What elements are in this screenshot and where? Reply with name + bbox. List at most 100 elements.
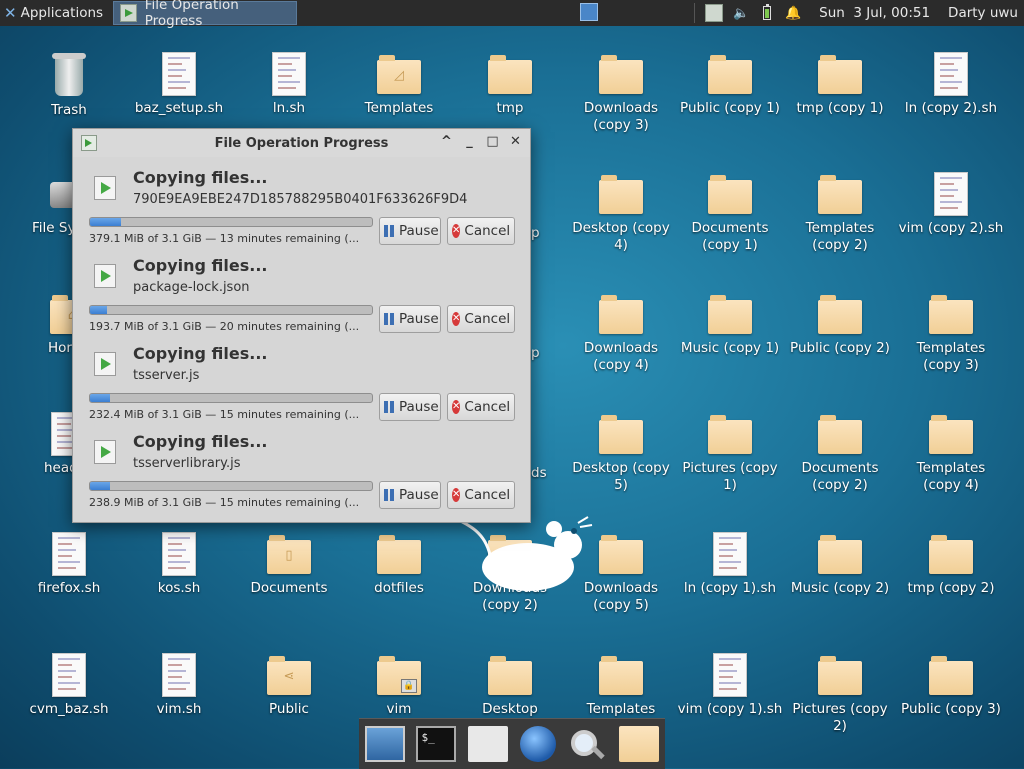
desktop-icon-file[interactable]: ln.sh (234, 50, 344, 117)
maximize-button[interactable]: □ (486, 134, 499, 149)
folder-icon (377, 535, 421, 574)
operation-heading: Copying files... (133, 256, 268, 275)
pause-icon (384, 489, 394, 501)
desktop-icon-file[interactable]: vim (copy 2).sh (896, 170, 1006, 237)
desktop-icon-folder[interactable]: Desktop (455, 651, 565, 718)
file-transfer-icon[interactable] (705, 4, 724, 22)
pause-label: Pause (399, 487, 439, 503)
desktop-icon-folder[interactable]: Documents (copy 2) (785, 410, 895, 494)
dialog-titlebar[interactable]: File Operation Progress ^ _ □ ✕ (73, 129, 530, 157)
close-button[interactable]: ✕ (509, 134, 522, 149)
script-file-icon (713, 653, 747, 697)
operation-filename: tsserverlibrary.js (133, 456, 241, 471)
terminal-icon[interactable]: $_ (416, 726, 457, 762)
folder-icon (599, 535, 643, 574)
search-icon[interactable] (567, 726, 607, 762)
desktop-icon-file[interactable]: ln (copy 2).sh (896, 50, 1006, 117)
desktop-icon-folder[interactable]: Templates (566, 651, 676, 718)
desktop-icon-label: Templates (586, 701, 656, 717)
folder-icon (929, 535, 973, 574)
desktop-icon-folder[interactable]: ▯ Documents (234, 530, 344, 597)
web-browser-icon[interactable] (519, 726, 556, 762)
desktop-icon-folder[interactable]: Desktop (copy 4) (566, 170, 676, 254)
desktop-icon-label: Trash (51, 102, 87, 118)
volume-icon[interactable]: 🔈 (733, 5, 749, 21)
desktop-icon-folder[interactable]: Music (copy 2) (785, 530, 895, 597)
cancel-icon: ✕ (452, 400, 461, 414)
desktop-icon-folder[interactable]: ⋖ Public (234, 651, 344, 718)
desktop-icon-folder[interactable]: Templates (copy 3) (896, 290, 1006, 374)
desktop-icon-file[interactable]: vim.sh (124, 651, 234, 718)
desktop-icon-folder[interactable]: tmp (copy 2) (896, 530, 1006, 597)
cancel-button[interactable]: ✕ Cancel (447, 217, 515, 245)
desktop-icon-label: vim (386, 701, 412, 717)
desktop-icon-folder[interactable]: Music (copy 1) (675, 290, 785, 357)
desktop-icon-file[interactable]: baz_setup.sh (124, 50, 234, 117)
desktop-icon-folder[interactable]: dotfiles (344, 530, 454, 597)
pause-button[interactable]: Pause (379, 217, 441, 245)
notification-bell-icon[interactable]: 🔔 (785, 5, 801, 21)
show-desktop-icon[interactable] (364, 726, 405, 762)
desktop-icon-label: Templates (364, 100, 434, 116)
pause-button[interactable]: Pause (379, 305, 441, 333)
folder-icon (708, 295, 752, 334)
terminal-prompt: $_ (421, 731, 435, 744)
desktop-icon-folder[interactable]: tmp (copy 1) (785, 50, 895, 117)
tray-separator (694, 3, 696, 23)
desktop-icon-folder[interactable]: Pictures (copy 2) (785, 651, 895, 735)
desktop-icon-folder[interactable]: Public (copy 1) (675, 50, 785, 117)
desktop-icon-folder[interactable]: ◿ Templates (344, 50, 454, 117)
copy-operation: Copying files... package-lock.json 193.7… (73, 245, 530, 333)
desktop-icon-folder[interactable]: Pictures (copy 1) (675, 410, 785, 494)
workspace-switcher[interactable] (580, 3, 598, 21)
taskbar-button-file-operation[interactable]: File Operation Progress (113, 0, 298, 29)
folder-icon (818, 55, 862, 94)
desktop-icon-folder[interactable]: 🔒 vim (344, 651, 454, 718)
desktop-icon-file[interactable]: vim (copy 1).sh (675, 651, 785, 718)
desktop-icon-folder[interactable]: Downloads (copy 3) (566, 50, 676, 134)
folder-icon (818, 415, 862, 454)
desktop-icon-folder[interactable]: Downloads (copy 4) (566, 290, 676, 374)
desktop-icon-folder[interactable]: Documents (copy 1) (675, 170, 785, 254)
desktop-icon-label: Templates (copy 3) (916, 340, 986, 373)
cancel-button[interactable]: ✕ Cancel (447, 305, 515, 333)
desktop-icon-folder[interactable]: Public (copy 3) (896, 651, 1006, 718)
minimize-button[interactable]: _ (463, 134, 476, 149)
folder-icon (818, 656, 862, 695)
pause-button[interactable]: Pause (379, 481, 441, 509)
desktop-icon-folder[interactable]: Desktop (copy 5) (566, 410, 676, 494)
clock[interactable]: Sun 3 Jul, 00:51 (819, 5, 930, 21)
pause-button[interactable]: Pause (379, 393, 441, 421)
cancel-button[interactable]: ✕ Cancel (447, 481, 515, 509)
desktop-icon-trash[interactable]: Trash (14, 52, 124, 119)
desktop-icon-folder[interactable]: Templates (copy 2) (785, 170, 895, 254)
operation-status: 379.1 MiB of 3.1 GiB — 13 minutes remain… (89, 232, 360, 245)
script-file-icon (934, 52, 968, 96)
battery-icon[interactable] (759, 4, 775, 21)
file-copy-icon (91, 349, 119, 377)
shade-button[interactable]: ^ (440, 134, 453, 149)
lock-icon: 🔒 (401, 679, 417, 693)
desktop-icon-file[interactable]: cvm_baz.sh (14, 651, 124, 718)
script-file-icon (934, 172, 968, 216)
desktop-icon-file[interactable]: ln (copy 1).sh (675, 530, 785, 597)
applications-menu[interactable]: ✕ Applications (0, 0, 109, 26)
desktop-icon-folder[interactable]: tmp (455, 50, 565, 117)
folder-icon[interactable] (619, 726, 660, 762)
file-copy-icon (91, 437, 119, 465)
pause-label: Pause (399, 311, 439, 327)
pause-icon (384, 225, 394, 237)
copy-operation: Copying files... tsserver.js 232.4 MiB o… (73, 333, 530, 421)
folder-icon (818, 295, 862, 334)
desktop-icon-folder[interactable]: Public (copy 2) (785, 290, 895, 357)
user-menu[interactable]: Darty uwu (948, 5, 1018, 21)
desktop-icon-file[interactable]: kos.sh (124, 530, 234, 597)
cancel-button[interactable]: ✕ Cancel (447, 393, 515, 421)
file-operation-dialog: File Operation Progress ^ _ □ ✕ Copying … (72, 128, 531, 523)
desktop-icon-file[interactable]: firefox.sh (14, 530, 124, 597)
xfce-logo-icon: ✕ (4, 4, 17, 22)
desktop-icon-folder[interactable]: Templates (copy 4) (896, 410, 1006, 494)
folder-icon (708, 415, 752, 454)
applications-label: Applications (20, 5, 104, 21)
home-folder-icon[interactable] (468, 726, 509, 762)
